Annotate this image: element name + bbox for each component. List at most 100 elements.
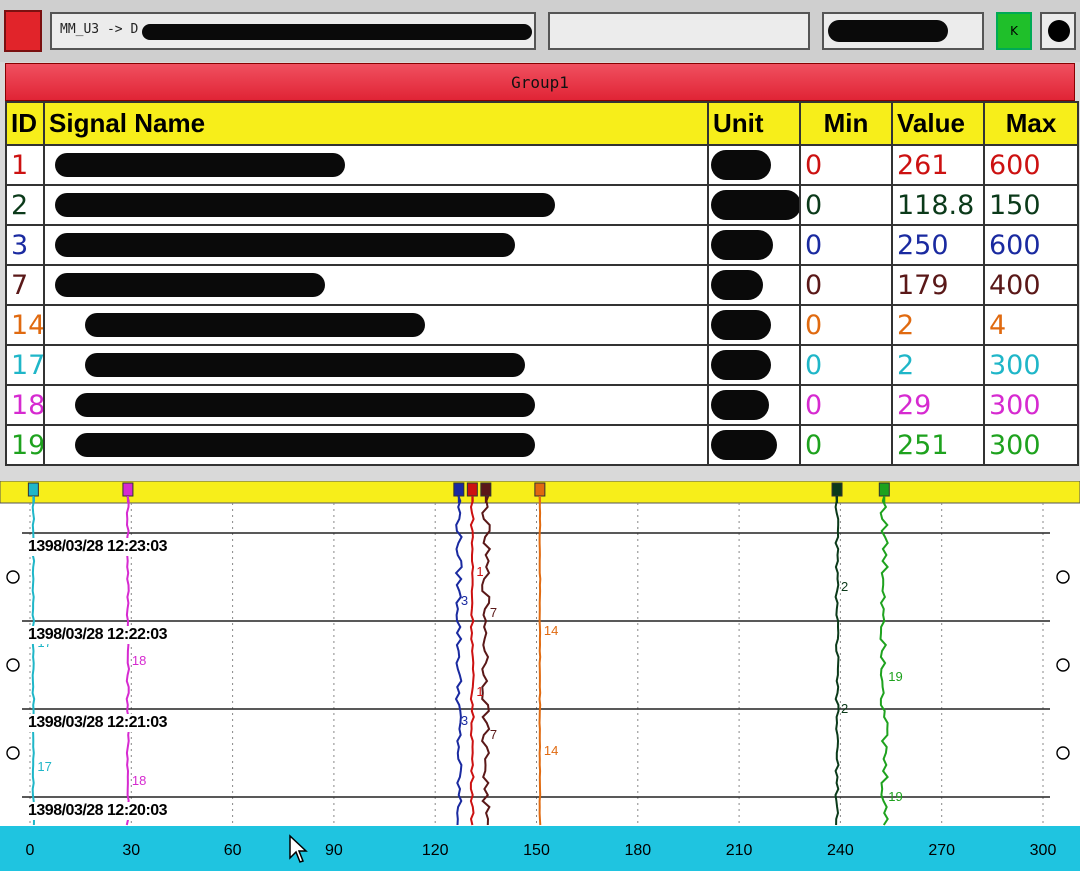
redaction-bar — [75, 433, 535, 457]
col-max-header: Max — [983, 101, 1079, 146]
trace-label: 14 — [544, 743, 558, 758]
row-value: 118.8 — [891, 184, 985, 226]
trend-trace — [538, 494, 542, 826]
x-tick-label: 270 — [928, 842, 956, 859]
trace-marker-7 — [480, 482, 492, 497]
row-signal-name — [43, 344, 709, 386]
trace-marker-17 — [27, 482, 39, 497]
row-min: 0 — [799, 184, 893, 226]
redaction-bar — [711, 190, 798, 220]
timestamp-label: 1398/03/28 12:23:03 — [28, 538, 168, 556]
row-signal-name — [43, 304, 709, 346]
timestamp-label: 1398/03/28 12:20:03 — [28, 802, 168, 820]
row-unit — [707, 144, 801, 186]
trace-label: 18 — [132, 773, 146, 788]
redaction-bar — [711, 230, 773, 260]
x-tick-label: 210 — [725, 842, 753, 859]
row-unit — [707, 304, 801, 346]
row-max: 600 — [983, 144, 1079, 186]
table-row[interactable]: 3 0 250 600 — [5, 224, 1079, 266]
row-unit — [707, 224, 801, 266]
table-row[interactable]: 17 0 2 300 — [5, 344, 1079, 386]
table-row[interactable]: 18 0 29 300 — [5, 384, 1079, 426]
trace-label: 2 — [841, 701, 848, 716]
row-signal-name — [43, 224, 709, 266]
table-row[interactable]: 7 0 179 400 — [5, 264, 1079, 306]
row-value: 261 — [891, 144, 985, 186]
top-toolbar: MM_U3 -> D K — [0, 0, 1080, 62]
row-id: 1 — [5, 144, 45, 186]
status-k-button[interactable]: K — [996, 12, 1032, 50]
signal-table: ID Signal Name Unit Min Value Max 1 0 261 6… — [5, 101, 1079, 466]
x-tick-label: 240 — [827, 842, 854, 859]
row-signal-name — [43, 184, 709, 226]
trace-label: 7 — [490, 605, 497, 620]
x-tick-label: 120 — [421, 842, 449, 859]
trace-label: 2 — [841, 579, 848, 594]
trace-marker-1 — [466, 482, 478, 497]
trace-label: 14 — [544, 623, 558, 638]
row-unit — [707, 264, 801, 306]
trace-label: 7 — [490, 727, 497, 742]
scroll-handle-icon — [1056, 570, 1070, 584]
table-row[interactable]: 19 0 251 300 — [5, 424, 1079, 466]
redaction-bar — [75, 393, 535, 417]
row-id: 7 — [5, 264, 45, 306]
x-tick-label: 0 — [25, 842, 35, 859]
row-min: 0 — [799, 304, 893, 346]
row-id: 3 — [5, 224, 45, 266]
info-field[interactable] — [548, 12, 810, 50]
x-tick-label: 180 — [624, 842, 652, 859]
table-row[interactable]: 14 0 2 4 — [5, 304, 1079, 346]
redaction-bar — [55, 233, 515, 257]
col-unit-header: Unit — [707, 101, 801, 146]
scroll-handle-icon — [1056, 658, 1070, 672]
row-id: 19 — [5, 424, 45, 466]
table-row[interactable]: 1 0 261 600 — [5, 144, 1079, 186]
alarm-icon-button[interactable] — [1040, 12, 1076, 50]
trace-marker-2 — [831, 482, 843, 497]
mouse-cursor-icon — [289, 834, 308, 863]
row-value: 250 — [891, 224, 985, 266]
timestamp-label: 1398/03/28 12:21:03 — [28, 714, 168, 732]
row-max: 4 — [983, 304, 1079, 346]
redaction-bar — [55, 153, 345, 177]
row-signal-name — [43, 144, 709, 186]
redaction-bar — [142, 24, 532, 40]
trace-label: 19 — [888, 789, 902, 804]
row-id: 14 — [5, 304, 45, 346]
redaction-bar — [55, 193, 555, 217]
redaction-bar — [85, 313, 425, 337]
row-unit — [707, 344, 801, 386]
scroll-handle-icon — [6, 570, 20, 584]
trace-marker-3 — [453, 482, 465, 497]
redaction-bar — [711, 270, 763, 300]
redaction-bar — [55, 273, 325, 297]
row-value: 2 — [891, 304, 985, 346]
row-min: 0 — [799, 264, 893, 306]
group-title-bar: Group1 — [5, 63, 1075, 101]
trace-label: 1 — [476, 684, 483, 699]
path-field[interactable]: MM_U3 -> D — [50, 12, 536, 50]
scroll-handle-icon — [1056, 746, 1070, 760]
x-tick-label: 30 — [122, 842, 141, 859]
redaction-bar — [711, 350, 771, 380]
row-unit — [707, 184, 801, 226]
trace-marker-19 — [878, 482, 890, 497]
row-max: 300 — [983, 344, 1079, 386]
row-min: 0 — [799, 424, 893, 466]
row-signal-name — [43, 424, 709, 466]
row-signal-name — [43, 384, 709, 426]
date-field[interactable] — [822, 12, 984, 50]
col-value-header: Value — [891, 101, 985, 146]
trace-label: 3 — [461, 713, 468, 728]
row-max: 400 — [983, 264, 1079, 306]
row-id: 18 — [5, 384, 45, 426]
row-value: 29 — [891, 384, 985, 426]
row-value: 2 — [891, 344, 985, 386]
table-row[interactable]: 2 0 118.8 150 — [5, 184, 1079, 226]
stop-indicator-button[interactable] — [4, 10, 42, 52]
row-max: 300 — [983, 424, 1079, 466]
alarm-icon — [1048, 20, 1070, 42]
redaction-bar — [711, 430, 777, 460]
